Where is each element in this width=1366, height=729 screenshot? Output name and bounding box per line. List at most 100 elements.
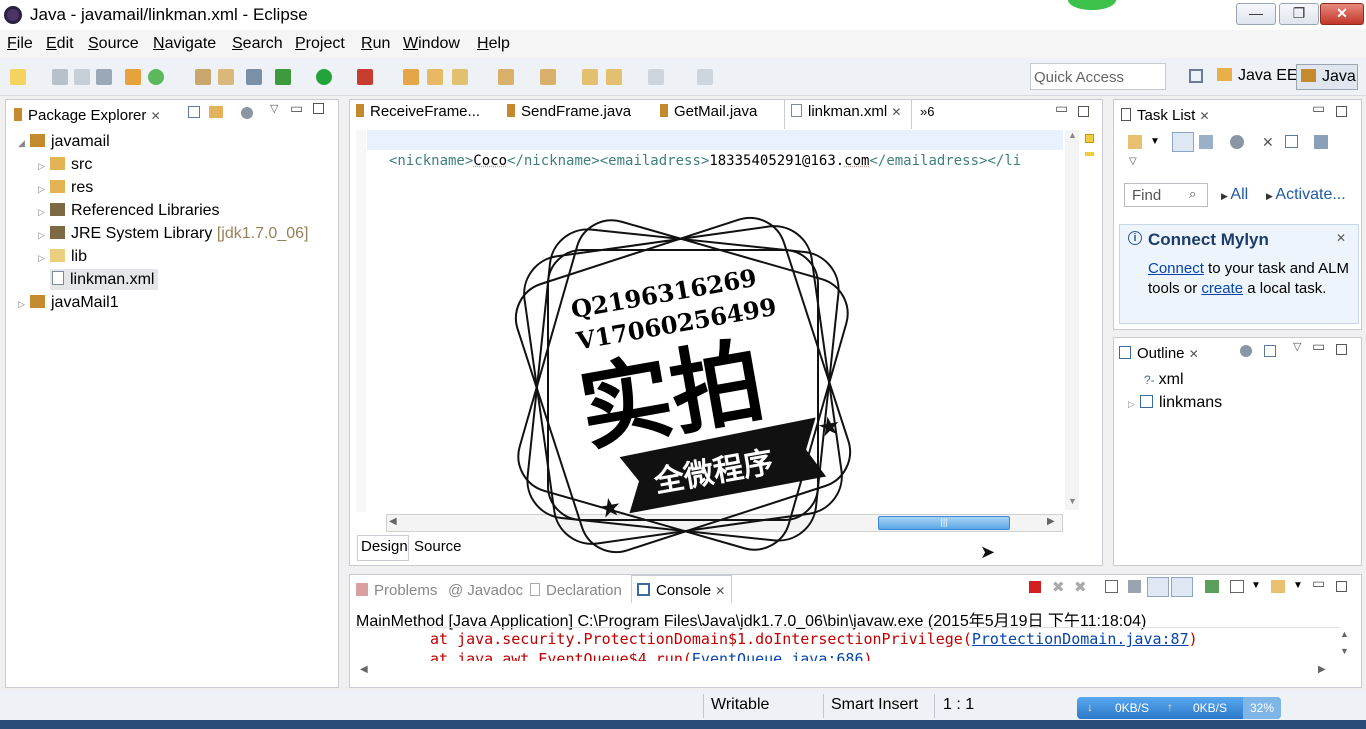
stacktrace-link[interactable]: EventQueue.java:686 [692, 650, 864, 661]
search-tool-icon[interactable] [452, 69, 468, 85]
link-editor-icon[interactable] [209, 106, 223, 118]
menu-file[interactable]: File [7, 35, 33, 53]
open-console-dropdown-icon[interactable]: ▼ [1293, 580, 1303, 591]
minimize-view-icon[interactable]: ▭ [1312, 338, 1325, 355]
save-icon[interactable] [52, 69, 68, 85]
connect-link[interactable]: Connect [1148, 260, 1204, 277]
collapsed-arrow-icon[interactable]: ▷ [38, 253, 50, 264]
view-menu-icon[interactable]: ▽ [1129, 156, 1137, 167]
maximize-view-icon[interactable] [1336, 344, 1347, 355]
editor-tab-receiveframe[interactable]: ReceiveFrame... [356, 103, 480, 120]
remove-all-launches-icon[interactable]: ✖ [1074, 578, 1087, 596]
tree-item-lib[interactable]: ▷ lib [38, 248, 87, 266]
overview-marker-icon[interactable] [1085, 134, 1094, 143]
collapsed-arrow-icon[interactable]: ▷ [18, 299, 30, 310]
console-tab[interactable]: Console ✕ [637, 582, 725, 599]
view-menu-icon[interactable]: ▽ [270, 102, 278, 115]
print-icon[interactable] [96, 69, 112, 85]
scroll-left-icon[interactable]: ◀ [360, 664, 368, 675]
package-explorer-tab[interactable]: Package Explorer ✕ [14, 107, 161, 124]
collapsed-arrow-icon[interactable]: ▷ [1128, 399, 1140, 410]
next-annotation-icon[interactable] [498, 69, 514, 85]
forward-icon[interactable] [648, 69, 664, 85]
collapse-all-icon[interactable] [188, 106, 200, 118]
editor-tab-linkman-xml[interactable]: linkman.xml ✕ [791, 103, 901, 120]
scroll-right-icon[interactable]: ▶ [1047, 516, 1055, 527]
minimize-view-icon[interactable]: ▭ [1312, 100, 1325, 117]
menu-edit[interactable]: Edit [46, 35, 74, 53]
new-class-icon[interactable] [148, 69, 164, 85]
activate-task-link[interactable]: ▶ Activate... [1266, 186, 1346, 204]
debug-icon[interactable] [275, 69, 291, 85]
minimize-view-icon[interactable]: ▭ [1312, 575, 1325, 592]
all-filter-link[interactable]: ▶ All [1221, 186, 1248, 204]
remove-launch-icon[interactable]: ✖ [1052, 578, 1065, 596]
pin-icon[interactable] [697, 69, 713, 85]
scheduled-icon[interactable] [1199, 135, 1213, 149]
vertical-scrollbar[interactable]: ▲ ▼ [1065, 130, 1079, 510]
open-task-icon[interactable] [218, 69, 234, 85]
scroll-up-icon[interactable]: ▲ [1068, 130, 1077, 140]
tree-item-res[interactable]: ▷ res [38, 179, 93, 197]
editor-tab-getmail[interactable]: GetMail.java [660, 103, 757, 120]
show-on-stderr-icon[interactable] [1171, 577, 1193, 597]
network-speed-widget[interactable]: ↓ 0KB/S ↑ 0KB/S 32% [1077, 697, 1281, 719]
scroll-up-icon[interactable]: ▲ [1340, 629, 1349, 639]
close-tab-icon[interactable]: ✕ [151, 109, 161, 123]
close-button[interactable]: ✕ [1320, 3, 1364, 25]
menu-navigate[interactable]: Navigate [153, 35, 216, 53]
code-line[interactable]: <nickname>Coco</nickname><emailadress>18… [389, 153, 1063, 169]
menu-run[interactable]: Run [361, 35, 390, 53]
minimize-editor-icon[interactable]: ▭ [1055, 100, 1068, 117]
open-console-icon[interactable] [1271, 580, 1285, 593]
terminate-icon[interactable] [1029, 581, 1041, 593]
new-icon[interactable] [10, 69, 26, 85]
outline-item-linkmans[interactable]: ▷ linkmans [1128, 394, 1222, 412]
menu-project[interactable]: Project [295, 35, 345, 53]
expanded-arrow-icon[interactable]: ◢ [18, 138, 30, 149]
external-tools-icon[interactable] [357, 69, 373, 85]
scroll-lock-icon[interactable] [1128, 580, 1141, 593]
collapse-all-icon[interactable] [1285, 135, 1298, 148]
close-tab-icon[interactable]: ✕ [715, 584, 725, 598]
maximize-button[interactable]: ❐ [1279, 3, 1319, 25]
source-tab[interactable]: Source [414, 538, 462, 555]
scroll-thumb[interactable]: ||| [878, 516, 1010, 530]
collapsed-arrow-icon[interactable]: ▷ [38, 207, 50, 218]
open-perspective-icon[interactable] [1189, 69, 1203, 83]
prev-annotation-icon[interactable] [540, 69, 556, 85]
stacktrace-link[interactable]: ProtectionDomain.java:87 [972, 630, 1189, 648]
close-tab-icon[interactable]: ✕ [1189, 347, 1199, 361]
tree-item-javamail[interactable]: ◢ javamail [18, 133, 110, 151]
task-find-input[interactable]: Find ⌕ [1124, 183, 1208, 207]
run-icon[interactable] [316, 69, 332, 85]
new-package-icon[interactable] [125, 69, 141, 85]
show-on-stdout-icon[interactable] [1147, 577, 1169, 597]
save-all-icon[interactable] [74, 69, 90, 85]
collapsed-arrow-icon[interactable]: ▷ [38, 184, 50, 195]
outline-tab[interactable]: Outline ✕ [1119, 345, 1199, 362]
close-tab-icon[interactable]: ✕ [891, 105, 901, 119]
tree-item-linkman-xml[interactable]: linkman.xml [50, 269, 159, 290]
declaration-tab[interactable]: Declaration [530, 582, 622, 599]
toggle-mark-icon[interactable] [246, 69, 262, 85]
collapsed-arrow-icon[interactable]: ▷ [38, 230, 50, 241]
collapse-all-icon[interactable] [1264, 345, 1276, 357]
quick-access-input[interactable]: Quick Access [1030, 63, 1166, 90]
hide-completed-icon[interactable]: ✕ [1262, 134, 1274, 151]
close-mylyn-icon[interactable]: ✕ [1336, 231, 1346, 245]
synchronize-icon[interactable] [1314, 135, 1328, 149]
minimize-button[interactable]: — [1236, 3, 1276, 25]
tree-item-javamail1[interactable]: ▷ javaMail1 [18, 294, 119, 312]
open-type-icon[interactable] [195, 69, 211, 85]
view-menu-icon[interactable]: ▽ [1293, 340, 1301, 353]
scroll-down-icon[interactable]: ▼ [1340, 646, 1349, 656]
maximize-editor-icon[interactable] [1078, 106, 1089, 117]
last-edit-icon[interactable] [582, 69, 598, 85]
display-dropdown-icon[interactable]: ▼ [1251, 580, 1261, 591]
categorized-toggle-icon[interactable] [1172, 132, 1194, 152]
new-task-dropdown-icon[interactable]: ▼ [1150, 136, 1160, 147]
pin-console-icon[interactable] [1205, 580, 1219, 593]
menu-search[interactable]: Search [232, 35, 283, 53]
menu-help[interactable]: Help [477, 35, 510, 53]
